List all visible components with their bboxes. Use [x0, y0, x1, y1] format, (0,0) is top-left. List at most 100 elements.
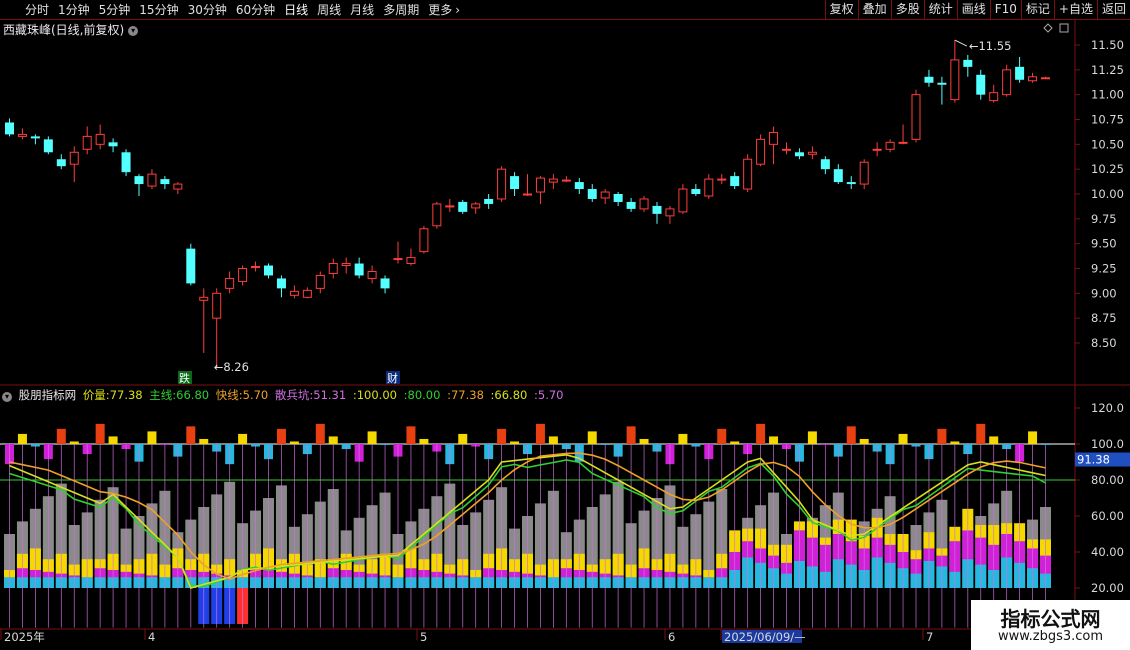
signal-bar	[937, 428, 947, 444]
candle-body	[833, 169, 843, 183]
date-axis-label: 2025/06/09/—	[724, 630, 806, 644]
more-arrow-icon[interactable]: ›	[455, 3, 460, 17]
signal-bar	[199, 438, 209, 444]
candle-body	[587, 189, 597, 199]
candle-body	[885, 141, 895, 150]
signal-bar	[807, 431, 817, 444]
candle-body	[950, 59, 960, 101]
candle-body	[95, 133, 105, 145]
candle-body	[497, 168, 507, 200]
signal-bar	[95, 423, 105, 444]
signal-bar	[238, 433, 248, 444]
candle-body	[963, 59, 973, 67]
candle-body	[794, 152, 804, 157]
period-tab[interactable]: 日线	[284, 1, 308, 18]
signal-bar	[730, 441, 740, 444]
candle-body	[1015, 66, 1025, 80]
watermark-url: www.zbgs3.com	[997, 629, 1104, 644]
period-tab[interactable]: 分时	[25, 1, 49, 18]
candle-body	[147, 173, 157, 187]
tool-button[interactable]: 复权	[824, 0, 858, 19]
period-tab[interactable]: 更多	[428, 1, 452, 18]
candle-body	[160, 179, 170, 185]
price-axis-label: 8.75	[1091, 311, 1117, 325]
candle-body	[225, 277, 235, 289]
signal-bar	[639, 438, 649, 444]
kline-chart[interactable]: 11.50 11.25 11.00 10.75 10.50 10.25 10.00 9.75 9…	[0, 20, 1130, 650]
indicator-axis-label: 40.00	[1091, 545, 1124, 559]
signal-bar	[367, 431, 377, 444]
signal-bar	[315, 423, 325, 444]
tool-button[interactable]: +自选	[1053, 0, 1097, 19]
candle-body	[315, 274, 325, 289]
period-tab[interactable]: 月线	[350, 1, 374, 18]
tool-button[interactable]: 多股	[890, 0, 924, 19]
signal-bar	[56, 428, 66, 444]
signal-bar	[17, 433, 27, 444]
candle-body	[652, 205, 662, 214]
tool-button[interactable]: F10	[989, 0, 1021, 19]
tool-button[interactable]: 标记	[1020, 0, 1054, 19]
price-axis-label: 9.00	[1091, 286, 1117, 300]
price-axis-label: 10.50	[1091, 137, 1124, 151]
candle-body	[937, 82, 947, 85]
candle-body	[134, 176, 144, 185]
candle-body	[445, 205, 455, 208]
candle-body	[665, 208, 675, 217]
candle-body	[199, 296, 209, 301]
candle-body	[717, 178, 727, 181]
candle-body	[419, 228, 429, 253]
candle-body	[523, 193, 532, 196]
candle-body	[976, 74, 986, 95]
period-tab[interactable]: 15分钟	[139, 1, 178, 18]
signal-bar	[69, 441, 79, 444]
top-toolbar: 分时 1分钟 5分钟 15分钟 30分钟 60分钟 日线 周线 月线 多周期 更多 › 复权 叠加 多股统…	[0, 0, 1130, 20]
price-axis-label: 9.75	[1091, 212, 1117, 226]
candle-body	[510, 176, 520, 190]
tool-button[interactable]: 统计	[923, 0, 957, 19]
price-axis-label: 11.00	[1091, 88, 1124, 102]
signal-bar	[497, 428, 507, 444]
signal-bar	[328, 436, 338, 444]
square-icon[interactable]	[1059, 23, 1069, 33]
period-tab[interactable]: 周线	[317, 1, 341, 18]
signal-bar	[1028, 431, 1038, 444]
period-tab[interactable]: 1分钟	[58, 1, 90, 18]
signal-bar	[950, 441, 960, 444]
period-tab[interactable]: 30分钟	[188, 1, 227, 18]
date-axis-label: 2025年	[4, 630, 45, 644]
signal-bar	[859, 438, 869, 444]
price-axis-label: 8.50	[1091, 336, 1117, 350]
tool-button[interactable]: 返回	[1096, 0, 1130, 19]
period-tab[interactable]: 5分钟	[99, 1, 131, 18]
low-marker-label: ←8.26	[214, 360, 249, 374]
candle-body	[911, 94, 921, 140]
tool-button[interactable]: 画线	[956, 0, 990, 19]
candle-body	[56, 159, 66, 167]
indicator-axis-label: 120.0	[1091, 401, 1124, 415]
date-axis-label: 5	[420, 630, 427, 644]
candle-body	[173, 183, 183, 190]
diamond-icon[interactable]	[1043, 23, 1053, 33]
candle-body	[561, 179, 571, 182]
candle-body	[782, 148, 791, 151]
tool-button[interactable]: 叠加	[857, 0, 891, 19]
event-tag-die: 跌	[179, 371, 190, 385]
candle-body	[380, 278, 390, 289]
candle-body	[730, 176, 740, 187]
signal-bar	[458, 433, 468, 444]
period-tab[interactable]: 多周期	[383, 1, 419, 18]
high-marker-line	[954, 39, 968, 47]
candle-body	[302, 289, 312, 298]
candle-body	[678, 188, 688, 213]
candle-body	[704, 178, 714, 197]
signal-bar	[289, 441, 299, 444]
period-tab[interactable]: 60分钟	[236, 1, 275, 18]
candle-body	[807, 151, 817, 155]
candle-body	[251, 266, 261, 269]
candle-body	[471, 203, 481, 209]
candle-body	[898, 141, 908, 144]
candle-body	[121, 152, 131, 173]
high-marker-label: ←11.55	[969, 39, 1012, 53]
signal-bar	[276, 428, 286, 444]
